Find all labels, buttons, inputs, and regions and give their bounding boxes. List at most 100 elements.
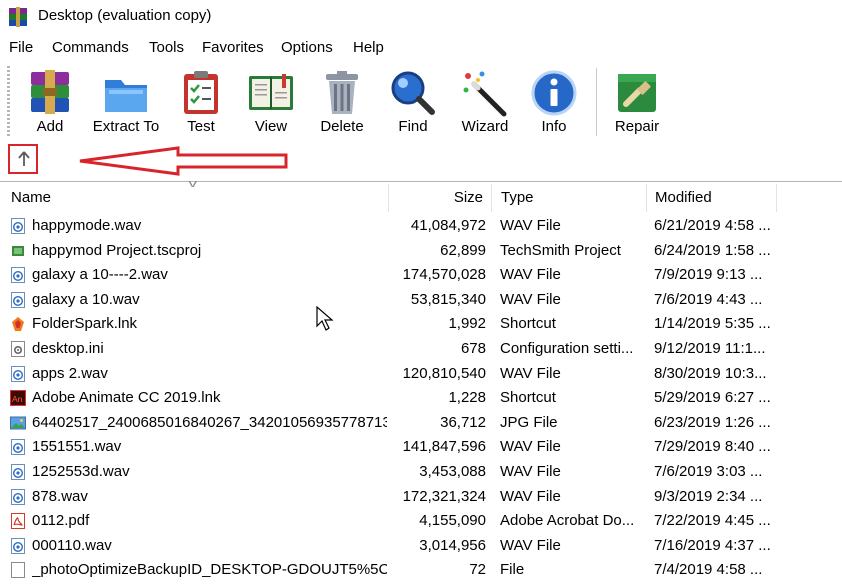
repair-kit-icon	[618, 74, 656, 112]
file-modified: 9/12/2019 11:1...	[654, 339, 766, 357]
file-row[interactable]: 0112.pdf 4,155,090 Adobe Acrobat Do... 7/22…	[0, 509, 842, 534]
file-type: Configuration setti...	[500, 339, 634, 357]
file-modified: 8/30/2019 10:3...	[654, 364, 767, 382]
view-button[interactable]: View	[240, 64, 302, 138]
info-button-label: Info	[541, 118, 567, 135]
winrar-app-icon	[9, 7, 27, 27]
file-row[interactable]: _photoOptimizeBackupID_DESKTOP-GDOUJT5%5…	[0, 558, 842, 583]
menu-help[interactable]: Help	[353, 39, 384, 56]
file-size: 36,712	[440, 413, 486, 431]
info-button[interactable]: Info	[528, 64, 580, 138]
column-header-type[interactable]: Type	[494, 182, 646, 214]
column-divider[interactable]	[646, 184, 647, 212]
file-modified: 6/21/2019 4:58 ...	[654, 217, 771, 234]
file-size: 174,570,028	[402, 266, 486, 284]
test-button-label: Test	[187, 118, 215, 135]
file-size: 120,810,540	[402, 364, 486, 382]
file-type: WAV File	[500, 462, 561, 480]
file-type: File	[500, 561, 525, 579]
file-type: WAV File	[500, 217, 561, 234]
menu-commands[interactable]: Commands	[52, 39, 129, 56]
file-name: Adobe Animate CC 2019.lnk	[32, 389, 221, 407]
file-row[interactable]: galaxy a 10.wav 53,815,340 WAV File 7/6/201…	[0, 288, 842, 313]
file-type: TechSmith Project	[500, 241, 621, 259]
file-modified: 7/6/2019 4:43 ...	[654, 290, 763, 308]
list-header: Name v Size Type Modified	[0, 178, 842, 214]
pdf-file-icon	[10, 513, 26, 530]
delete-button[interactable]: Delete	[314, 64, 370, 138]
file-row[interactable]: happymod Project.tscproj 62,899 TechSmith …	[0, 239, 842, 264]
menu-options[interactable]: Options	[281, 39, 333, 56]
file-size: 53,815,340	[410, 290, 486, 308]
repair-button[interactable]: Repair	[608, 64, 666, 138]
column-header-modified[interactable]: Modified	[648, 182, 776, 214]
audio-file-icon	[10, 463, 26, 480]
file-type: WAV File	[500, 438, 561, 456]
file-row[interactable]: 64402517_2400685016840267_34201056935778…	[0, 411, 842, 436]
file-type: Adobe Acrobat Do...	[500, 512, 635, 530]
delete-button-label: Delete	[320, 118, 364, 135]
test-clipboard-icon	[184, 71, 218, 114]
file-modified: 7/4/2019 4:58 ...	[654, 561, 763, 579]
file-size: 4,155,090	[419, 512, 486, 530]
sort-chevron-icon: v	[188, 178, 198, 190]
find-button[interactable]: Find	[386, 64, 440, 138]
column-header-size[interactable]: Size	[389, 182, 487, 214]
extract-to-button[interactable]: Extract To	[88, 64, 164, 138]
file-modified: 1/14/2019 5:35 ...	[654, 315, 771, 333]
file-name: 878.wav	[32, 487, 88, 505]
audio-file-icon	[10, 537, 26, 554]
file-size: 172,321,324	[402, 487, 486, 505]
file-name: desktop.ini	[32, 339, 104, 357]
file-size: 62,899	[440, 241, 486, 259]
test-button[interactable]: Test	[174, 64, 228, 138]
file-type: WAV File	[500, 290, 561, 308]
file-row[interactable]: 1252553d.wav 3,453,088 WAV File 7/6/2019 3:…	[0, 460, 842, 485]
file-modified: 6/24/2019 1:58 ...	[654, 241, 771, 259]
menu-tools[interactable]: Tools	[149, 39, 184, 56]
add-button[interactable]: Add	[22, 64, 78, 138]
file-size: 678	[460, 339, 486, 357]
file-type: WAV File	[500, 487, 561, 505]
wizard-button[interactable]: Wizard	[456, 64, 514, 138]
file-row[interactable]: 000110.wav 3,014,956 WAV File 7/16/2019 4:3…	[0, 534, 842, 559]
audio-file-icon	[10, 267, 26, 284]
file-list: Name v Size Type Modified happymode.wav 4…	[0, 178, 842, 587]
file-name: 0112.pdf	[32, 512, 90, 530]
view-book-icon	[249, 74, 293, 110]
file-row[interactable]: apps 2.wav 120,810,540 WAV File 8/30/2019 1…	[0, 362, 842, 387]
file-name: apps 2.wav	[32, 364, 108, 382]
file-type: WAV File	[500, 536, 561, 554]
column-divider[interactable]	[776, 184, 777, 212]
file-row[interactable]: 878.wav 172,321,324 WAV File 9/3/2019 2:34 …	[0, 485, 842, 510]
mouse-cursor-icon	[316, 306, 334, 331]
file-row[interactable]: desktop.ini 678 Configuration setti... 9/12…	[0, 337, 842, 362]
file-name: happymode.wav	[32, 217, 142, 234]
file-row[interactable]: FolderSpark.lnk 1,992 Shortcut 1/14/2019 5:…	[0, 312, 842, 337]
file-type: WAV File	[500, 266, 561, 284]
file-row[interactable]: happymode.wav 41,084,972 WAV File 6/21/2019…	[0, 214, 842, 239]
file-name: 64402517_2400685016840267_34201056935778…	[32, 413, 387, 431]
toolbar-separator	[596, 68, 597, 136]
file-modified: 9/3/2019 2:34 ...	[654, 487, 763, 505]
up-folder-button[interactable]	[8, 144, 38, 174]
file-name: 1551551.wav	[32, 438, 122, 456]
file-name: _photoOptimizeBackupID_DESKTOP-GDOUJT5%5…	[32, 561, 387, 579]
extract-folder-icon	[105, 80, 147, 112]
file-row[interactable]: 1551551.wav 141,847,596 WAV File 7/29/2019 …	[0, 435, 842, 460]
file-size: 1,228	[448, 389, 486, 407]
audio-file-icon	[10, 218, 26, 234]
file-modified: 7/29/2019 8:40 ...	[654, 438, 771, 456]
file-name: 1252553d.wav	[32, 462, 130, 480]
extract-to-button-label: Extract To	[92, 118, 160, 135]
file-row[interactable]: An Adobe Animate CC 2019.lnk 1,228 Shortcut…	[0, 386, 842, 411]
annotation-arrow-icon	[79, 146, 288, 176]
file-row[interactable]: galaxy a 10----2.wav 174,570,028 WAV File 7…	[0, 263, 842, 288]
file-type: WAV File	[500, 364, 561, 382]
column-divider[interactable]	[491, 184, 492, 212]
menu-favorites[interactable]: Favorites	[202, 39, 264, 56]
wizard-wand-icon	[463, 71, 507, 117]
menu-file[interactable]: File	[9, 39, 33, 56]
file-modified: 7/16/2019 4:37 ...	[654, 536, 771, 554]
file-name: 000110.wav	[32, 536, 112, 554]
